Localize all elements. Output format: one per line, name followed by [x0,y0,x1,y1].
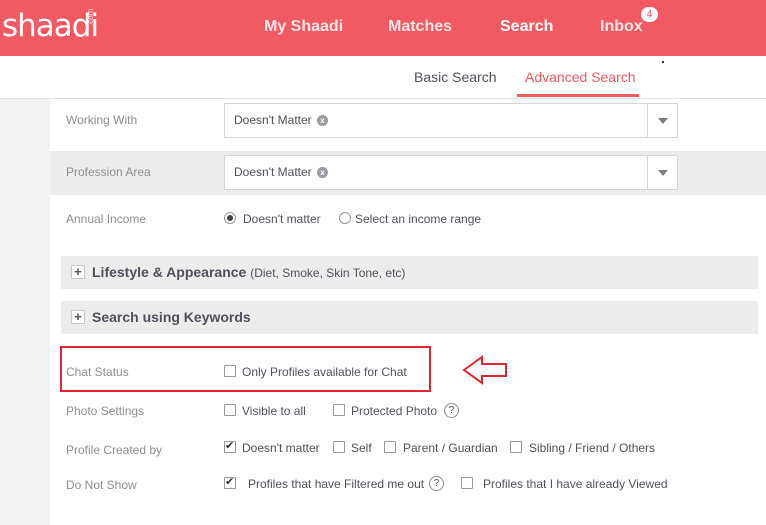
search-keywords-section[interactable]: + Search using Keywords [61,301,758,334]
profession-area-select[interactable]: Doesn't Matter x [224,155,678,190]
shaadi-logo[interactable]: shaadi [2,8,99,44]
profession-area-value: Doesn't Matter [234,165,312,179]
filtered-me-out-label[interactable]: Profiles that have Filtered me out [248,477,424,491]
help-icon[interactable]: ? [429,476,444,491]
created-self-label[interactable]: Self [351,441,372,455]
clear-icon[interactable]: x [317,115,328,126]
nav-inbox[interactable]: Inbox [600,18,643,36]
search-subnav: Basic Search Advanced Search [0,56,766,99]
income-doesnt-matter-label[interactable]: Doesn't matter [243,212,321,226]
income-doesnt-matter-radio[interactable] [224,212,236,224]
nav-matches[interactable]: Matches [388,18,452,36]
help-icon[interactable]: ? [444,403,459,418]
created-doesnt-matter-label[interactable]: Doesn't matter [242,441,320,455]
lifestyle-title-text: Lifestyle & Appearance [92,264,247,280]
do-not-show-label: Do Not Show [66,478,137,492]
income-range-radio[interactable] [339,212,351,224]
filtered-me-out-checkbox[interactable] [224,475,236,489]
already-viewed-label[interactable]: Profiles that I have already Viewed [483,477,668,491]
inbox-count-badge: 4 [641,7,658,22]
nav-my-shaadi[interactable]: My Shaadi [264,18,343,36]
income-range-label[interactable]: Select an income range [355,212,481,226]
lifestyle-appearance-section[interactable]: + Lifestyle & Appearance (Diet, Smoke, S… [61,256,758,289]
created-parent-checkbox[interactable] [384,441,396,453]
active-tab-indicator [517,94,639,97]
lifestyle-subtitle: (Diet, Smoke, Skin Tone, etc) [250,266,406,280]
chevron-down-icon[interactable] [658,118,668,124]
created-doesnt-matter-checkbox[interactable] [224,439,236,453]
select-divider [647,156,648,189]
working-with-value: Doesn't Matter [234,113,312,127]
protected-photo-checkbox[interactable] [333,404,345,416]
visible-to-all-checkbox[interactable] [224,404,236,416]
tab-advanced-search[interactable]: Advanced Search [525,69,636,85]
profession-area-label: Profession Area [66,165,151,179]
expand-plus-icon[interactable]: + [71,310,85,324]
created-sibling-label[interactable]: Sibling / Friend / Others [529,441,655,455]
chat-status-highlight-box [60,346,431,392]
created-sibling-checkbox[interactable] [510,441,522,453]
created-parent-label[interactable]: Parent / Guardian [403,441,498,455]
expand-plus-icon[interactable]: + [71,265,85,279]
lifestyle-title[interactable]: Lifestyle & Appearance (Diet, Smoke, Ski… [92,264,405,280]
working-with-label: Working With [66,113,138,127]
top-navigation: shaadi .com My Shaadi Matches Search Inb… [0,0,766,56]
protected-photo-label[interactable]: Protected Photo [351,404,437,418]
nav-search[interactable]: Search [500,18,553,36]
photo-settings-label: Photo Settings [66,404,145,418]
keywords-title[interactable]: Search using Keywords [92,309,251,325]
clear-icon[interactable]: x [317,167,328,178]
decorative-dot [662,61,664,63]
visible-to-all-label[interactable]: Visible to all [242,404,306,418]
logo-suffix: .com [86,8,95,26]
created-self-checkbox[interactable] [333,441,345,453]
select-divider [647,104,648,137]
working-with-select[interactable]: Doesn't Matter x [224,103,678,138]
profile-created-by-label: Profile Created by [66,443,163,457]
already-viewed-checkbox[interactable] [461,477,473,489]
annual-income-label: Annual Income [66,212,147,226]
chevron-down-icon[interactable] [658,170,668,176]
left-arrow-annotation-icon [462,355,507,385]
tab-basic-search[interactable]: Basic Search [414,69,496,85]
